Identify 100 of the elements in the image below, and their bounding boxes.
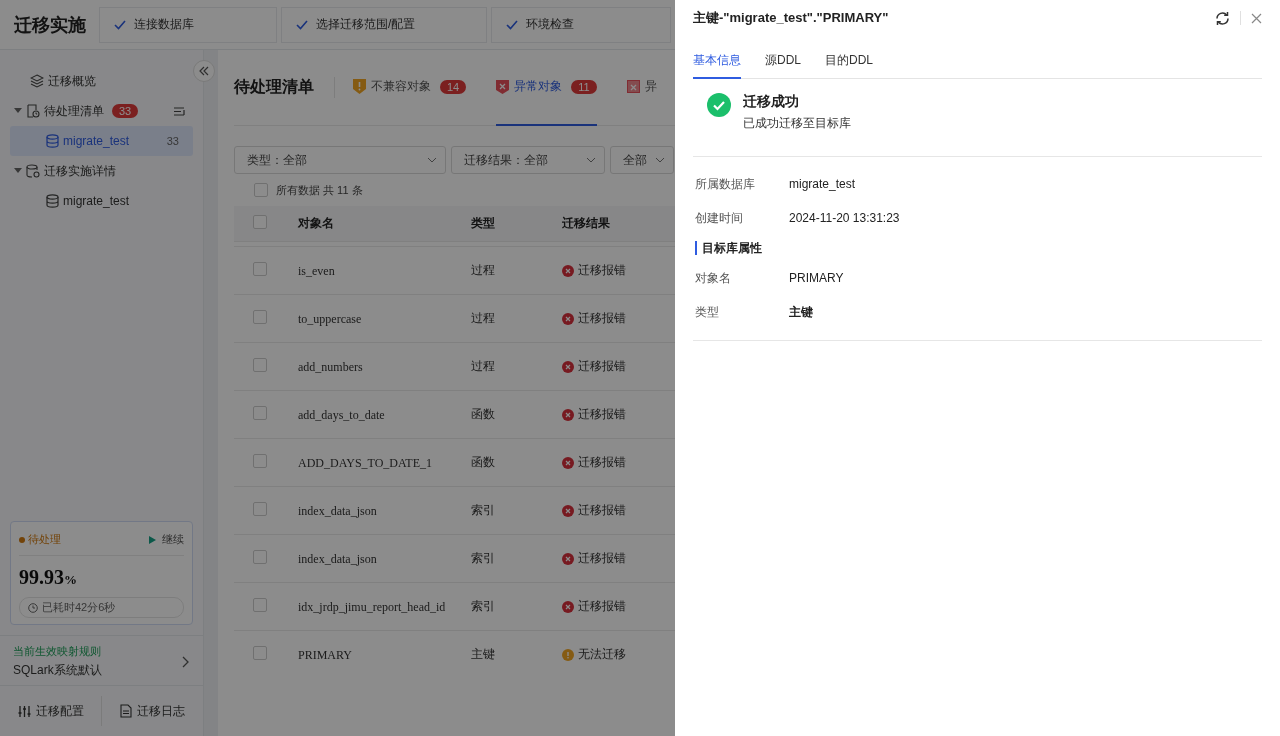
chevron-right-icon [182,655,189,668]
clock-icon [28,602,38,613]
wizard-step: 选择迁移范围/配置 [281,6,487,43]
table-cell-text: ADD_DAYS_TO_DATE_1 [298,454,433,472]
table-cell-text: 索引 [471,550,496,567]
result-status: 迁移报错 [562,310,626,327]
row-checkbox[interactable] [253,646,267,660]
row-checkbox[interactable] [253,406,267,420]
tab[interactable]: 异常对象 11 [496,49,597,126]
success-icon [707,93,731,117]
collapse-button[interactable] [193,60,215,82]
app-title: 迁移实施 [13,13,87,37]
error-icon [562,408,574,421]
result-status: 迁移报错 [562,358,626,375]
sidebar-item[interactable]: migrate_test 33 [10,126,193,156]
field-label: 所属数据库 [695,175,756,193]
shield-x-icon [496,79,510,94]
table-cell-text: add_numbers [298,358,364,376]
progress-percent: 99.93% [19,566,78,589]
sliders-icon [17,704,31,718]
error-icon [562,456,574,469]
table-cell-text: 索引 [471,502,496,519]
sidebar-item[interactable]: 待处理清单 33 [10,96,193,126]
row-checkbox[interactable] [253,502,267,516]
field-label: 创建时间 [695,209,744,227]
row-checkbox[interactable] [253,262,267,276]
caret-icon[interactable] [14,108,22,114]
document-clock-icon [26,104,40,118]
result-status: 迁移报错 [562,550,626,567]
error-icon [562,312,574,325]
filter-select[interactable]: 全部 [610,146,674,174]
result-status: 迁移报错 [562,502,626,519]
error-icon [562,504,574,517]
footer-button[interactable]: 迁移日志 [102,696,203,726]
double-chevron-left-icon[interactable] [199,66,209,76]
tab[interactable]: 不兼容对象 14 [353,49,467,126]
drawer-title: 主键-"migrate_test"."PRIMARY" [693,9,889,27]
elapsed-time: 已耗时42分6秒 [19,597,184,618]
chevron-down-icon [427,157,437,163]
list-icon[interactable] [174,106,185,116]
table-cell-text: 过程 [471,358,496,375]
table-cell-text: 过程 [471,310,496,327]
row-checkbox[interactable] [253,454,267,468]
shield-alert-icon [353,79,366,94]
table-cell-text: 索引 [471,598,496,615]
field-label: 对象名 [695,269,732,287]
caret-icon[interactable] [14,168,22,174]
sidebar-item[interactable]: 迁移实施详情 [10,156,193,186]
mapping-rule-link[interactable]: 当前生效映射规则 SQLark系统默认 [0,635,203,686]
sidebar-item[interactable]: 迁移概览 [10,66,193,96]
table-cell-text: index_data_json [298,550,378,568]
wizard-step: 连接数据库 [99,6,277,43]
sidebar-item[interactable]: migrate_test [10,186,193,216]
row-checkbox[interactable] [253,310,267,324]
error-icon [562,552,574,565]
table-cell-text: is_even [298,262,336,280]
count-badge: 33 [112,104,139,118]
table-cell-text: 函数 [471,406,496,423]
result-status: 无法迁移 [562,646,626,663]
result-status: 迁移报错 [562,262,626,279]
table-cell-text: to_uppercase [298,310,363,328]
row-checkbox[interactable] [253,598,267,612]
drawer-tab[interactable]: 目的DDL [825,46,874,79]
warning-icon [562,648,574,661]
drawer-tab[interactable]: 源DDL [765,46,801,79]
table-cell-text: index_data_json [298,502,378,520]
column-header: 对象名 [298,215,335,232]
database-icon [46,134,59,148]
window-x-icon [626,80,640,93]
result-status: 迁移报错 [562,598,626,615]
database-icon [46,194,59,208]
tab[interactable]: 异 [626,49,657,126]
table-cell-text: 函数 [471,454,496,471]
result-message: 已成功迁移至目标库 [743,115,851,132]
continue-button[interactable]: 继续 [149,532,184,547]
column-header: 类型 [471,215,496,232]
item-count: 33 [166,135,179,147]
error-icon [562,600,574,613]
drawer-tab[interactable]: 基本信息 [693,46,741,79]
result-status: 迁移报错 [562,406,626,423]
select-all-checkbox[interactable] [254,183,268,197]
check-icon [114,19,126,30]
field-value: 2024-11-20 13:31:23 [789,211,900,225]
table-cell-text: PRIMARY [298,646,354,664]
refresh-icon[interactable] [1215,10,1230,26]
close-icon[interactable] [1251,12,1262,24]
row-checkbox[interactable] [253,550,267,564]
field-value: 主键 [789,303,813,321]
filter-select[interactable]: 迁移结果：全部 [451,146,605,174]
header-checkbox[interactable] [253,215,267,229]
table-cell-text: 过程 [471,262,496,279]
check-icon [296,19,308,30]
status-label: 待处理 [19,532,61,547]
result-title: 迁移成功 [743,93,800,111]
table-cell-text: 主键 [471,646,496,663]
row-checkbox[interactable] [253,358,267,372]
footer-button[interactable]: 迁移配置 [0,696,102,726]
table-cell-text: add_days_to_date [298,406,386,424]
document-icon [120,704,132,718]
filter-select[interactable]: 类型：全部 [234,146,446,174]
